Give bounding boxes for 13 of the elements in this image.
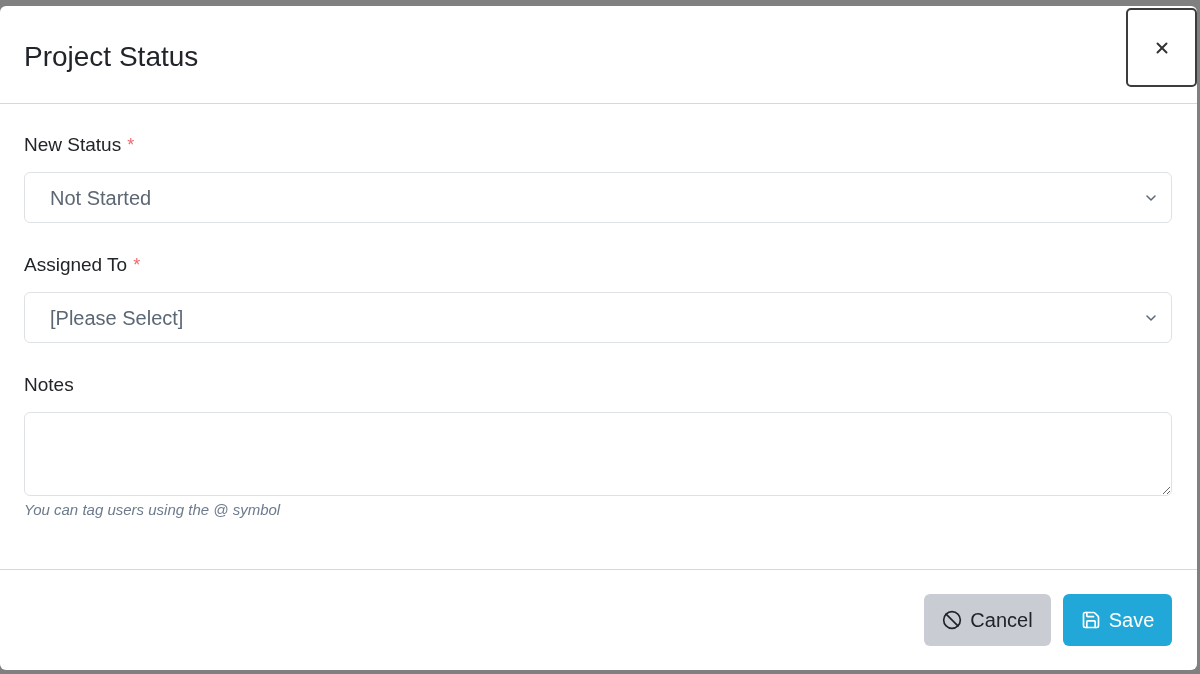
- required-marker: *: [127, 134, 135, 157]
- field-label: Assigned To: [24, 253, 128, 277]
- help-text: You can tag users using the @ symbol: [24, 500, 282, 520]
- ban-icon: [942, 609, 963, 630]
- select-field[interactable]: Not Started: [24, 172, 1172, 223]
- field-label: Notes: [24, 373, 74, 397]
- dialog-title: Project Status: [24, 40, 199, 74]
- cancel-button[interactable]: Cancel: [924, 593, 1051, 646]
- close-button[interactable]: [1126, 8, 1197, 87]
- field-label: New Status: [24, 133, 122, 157]
- notes-field[interactable]: [24, 412, 1172, 496]
- required-marker: *: [133, 254, 141, 277]
- select-field[interactable]: [Please Select]: [24, 292, 1172, 343]
